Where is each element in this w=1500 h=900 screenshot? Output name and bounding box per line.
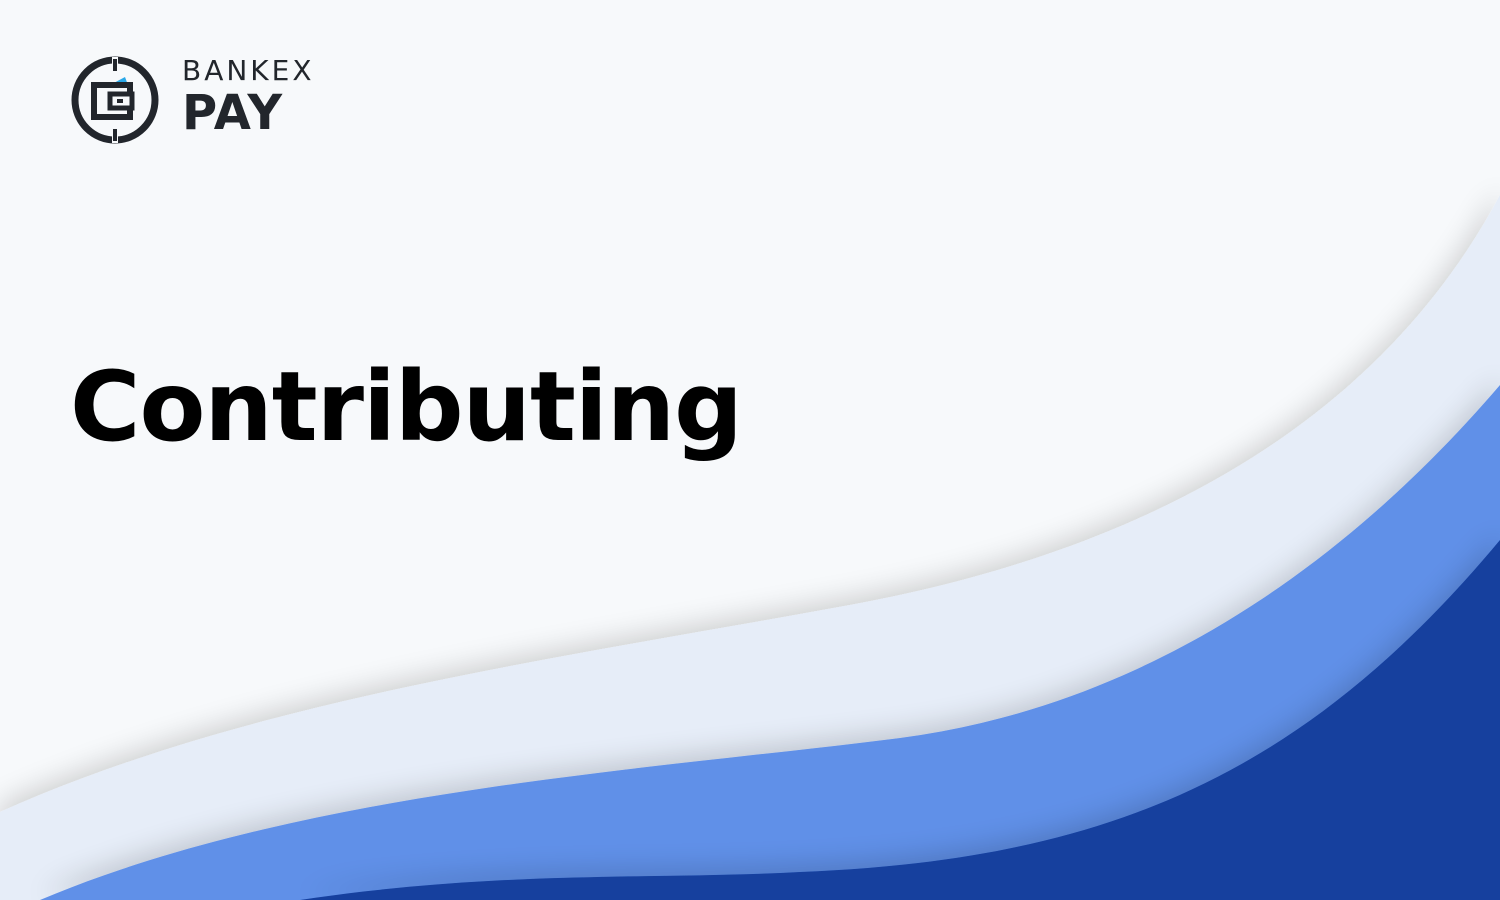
logo[interactable]: BANKEX PAY (70, 55, 350, 147)
wallet-icon (71, 56, 159, 144)
logo-word-bottom: PAY (182, 85, 284, 141)
logo-word-top: BANKEX (182, 54, 315, 87)
page: BANKEX PAY Contributing (0, 0, 1500, 900)
page-title: Contributing (70, 351, 743, 463)
logo-wordmark: BANKEX PAY (182, 54, 315, 141)
